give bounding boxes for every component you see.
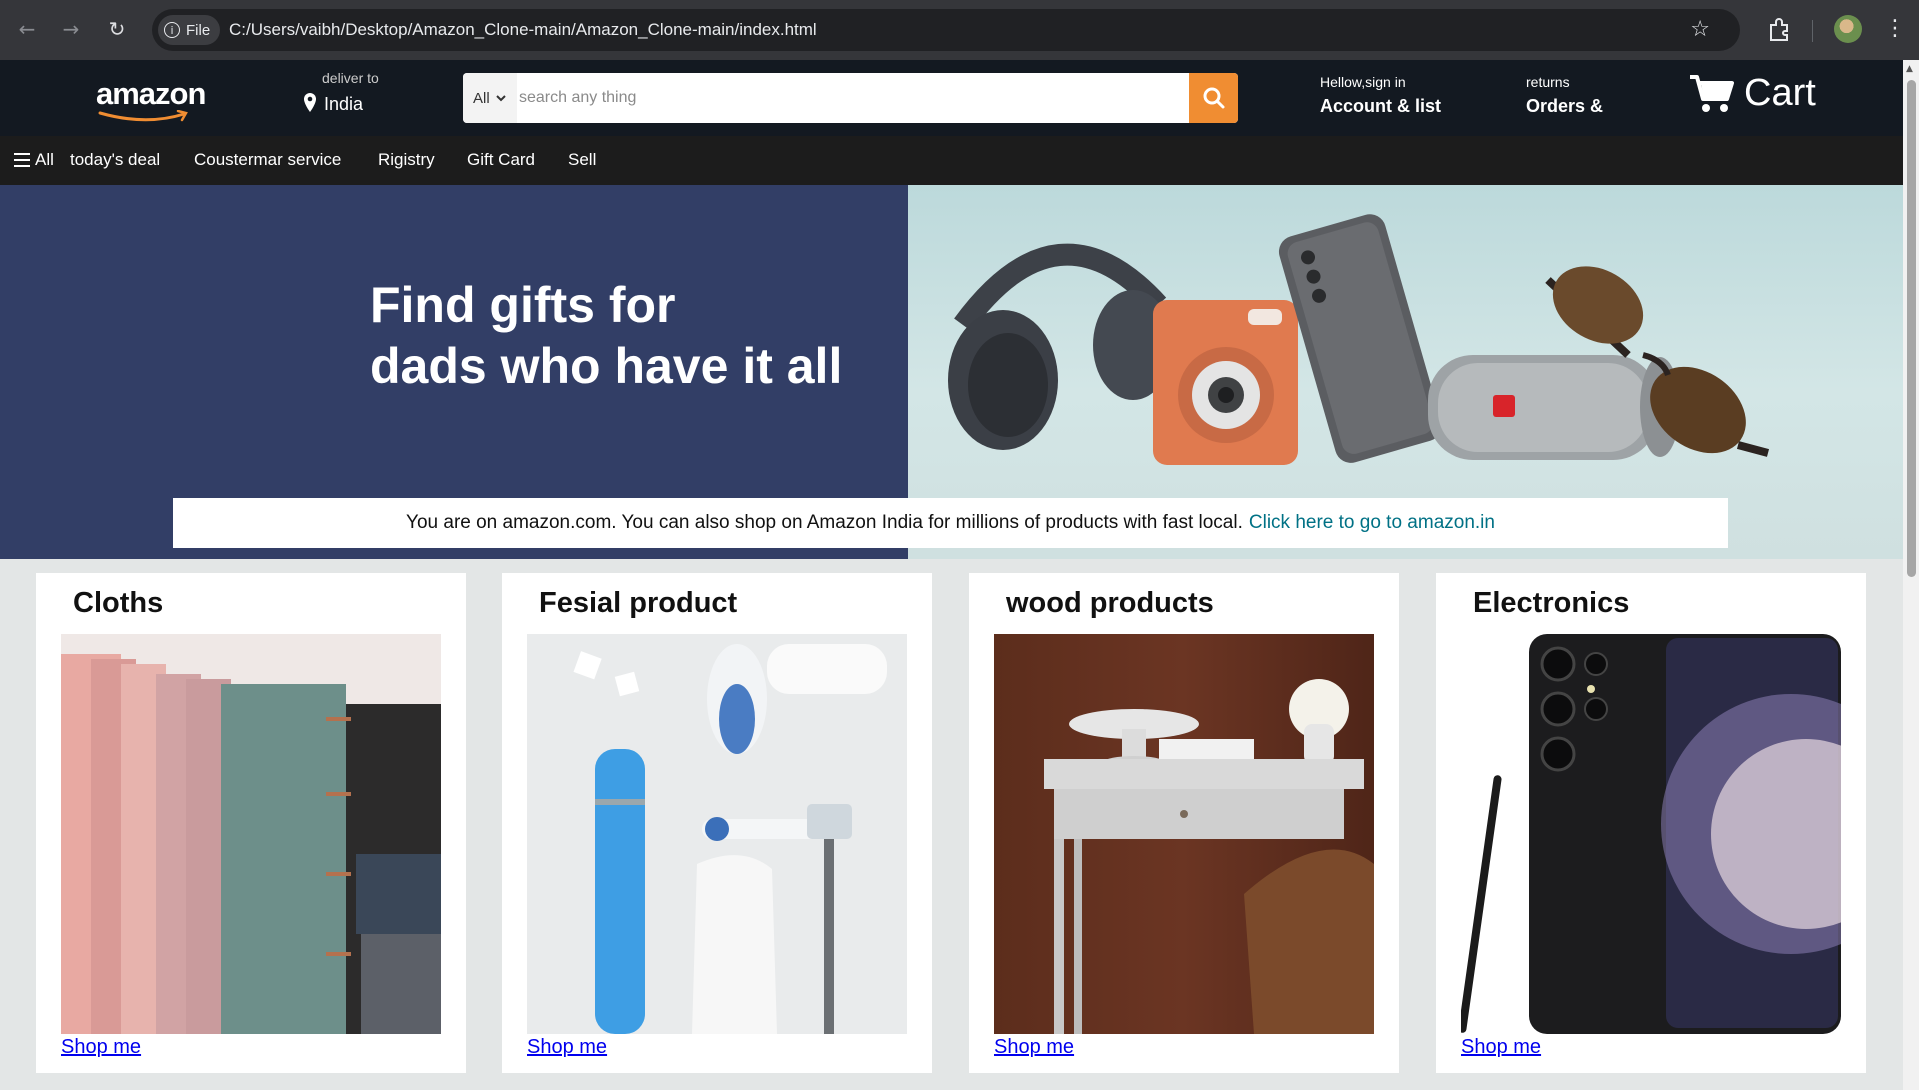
amazon-logo[interactable]: amazon bbox=[96, 76, 208, 124]
subnav-registry[interactable]: Rigistry bbox=[378, 150, 435, 170]
shop-link[interactable]: Shop me bbox=[1461, 1036, 1541, 1059]
address-bar[interactable]: i File C:/Users/vaibh/Desktop/Amazon_Clo… bbox=[152, 9, 1740, 51]
cart-label: Cart bbox=[1744, 72, 1816, 114]
subnav-sell[interactable]: Sell bbox=[568, 150, 596, 170]
search-button[interactable] bbox=[1189, 73, 1238, 123]
logo-smile-icon bbox=[98, 110, 188, 122]
electronics-image bbox=[1461, 634, 1841, 1034]
subnav-all[interactable]: All bbox=[35, 150, 54, 170]
notice-text: You are on amazon.com. You can also shop… bbox=[406, 512, 1243, 533]
headphones-image bbox=[948, 243, 1173, 450]
toolbar-divider bbox=[1812, 20, 1813, 42]
browser-toolbar: ← → ↻ i File C:/Users/vaibh/Desktop/Amaz… bbox=[0, 0, 1919, 60]
orders-label: Orders & bbox=[1526, 96, 1604, 116]
search-bar: All bbox=[463, 73, 1238, 123]
info-icon: i bbox=[164, 22, 180, 38]
deliver-label: deliver to bbox=[322, 70, 379, 86]
facial-products-image bbox=[527, 634, 907, 1034]
instant-camera-image bbox=[1153, 300, 1298, 465]
amazon-in-link[interactable]: Click here to go to amazon.in bbox=[1249, 512, 1495, 534]
subnav-customer-service[interactable]: Coustermar service bbox=[194, 150, 341, 170]
card-title: Electronics bbox=[1473, 587, 1630, 619]
amazon-navbar: amazon deliver to India All Hellow,sign … bbox=[0, 60, 1903, 136]
subnav-gift-card[interactable]: Gift Card bbox=[467, 150, 535, 170]
account-menu[interactable]: Hellow,sign in Account & list bbox=[1320, 74, 1441, 117]
category-card-facial: Fesial product Shop me bbox=[502, 573, 932, 1073]
menu-kebab-icon[interactable]: ⋮ bbox=[1884, 14, 1906, 44]
speaker-image bbox=[1428, 355, 1680, 460]
cloths-image bbox=[61, 634, 441, 1034]
scrollbar-thumb[interactable] bbox=[1907, 80, 1916, 577]
shop-link[interactable]: Shop me bbox=[527, 1036, 607, 1059]
shop-link[interactable]: Shop me bbox=[994, 1036, 1074, 1059]
card-title: Cloths bbox=[73, 587, 164, 619]
file-chip-label: File bbox=[186, 21, 211, 39]
search-icon bbox=[1203, 87, 1224, 109]
shop-link[interactable]: Shop me bbox=[61, 1036, 141, 1059]
cart-icon bbox=[1690, 74, 1734, 112]
reload-icon[interactable]: ↻ bbox=[102, 14, 132, 44]
site-info-chip[interactable]: i File bbox=[158, 15, 221, 45]
search-category-select[interactable]: All bbox=[463, 73, 517, 123]
search-input[interactable] bbox=[517, 73, 1189, 123]
chevron-down-icon bbox=[495, 94, 506, 101]
url-text[interactable]: C:/Users/vaibh/Desktop/Amazon_Clone-main… bbox=[229, 20, 817, 40]
page-scrollbar[interactable]: ▲ bbox=[1903, 60, 1919, 1090]
back-icon[interactable]: ← bbox=[12, 14, 42, 44]
scroll-up-icon[interactable]: ▲ bbox=[1906, 64, 1916, 74]
profile-avatar[interactable] bbox=[1834, 15, 1862, 43]
location-pin-icon bbox=[304, 93, 316, 112]
category-card-cloths: Cloths Shop me bbox=[36, 573, 466, 1073]
card-title: Fesial product bbox=[539, 587, 738, 619]
sub-navbar: All today's deal Coustermar service Rigi… bbox=[0, 136, 1903, 185]
cart-button[interactable]: Cart bbox=[1688, 72, 1816, 115]
wood-products-image bbox=[994, 634, 1374, 1034]
subnav-todays-deal[interactable]: today's deal bbox=[70, 150, 160, 170]
returns-label: returns bbox=[1526, 74, 1570, 90]
hero-banner: Find gifts for dads who have it all You … bbox=[0, 185, 1903, 559]
hero-title: Find gifts for dads who have it all bbox=[370, 277, 843, 394]
category-card-electronics: Electronics Shop me bbox=[1436, 573, 1866, 1073]
site-notice: You are on amazon.com. You can also shop… bbox=[173, 498, 1728, 548]
hamburger-menu-icon[interactable] bbox=[14, 153, 30, 167]
extensions-icon[interactable] bbox=[1766, 16, 1792, 42]
forward-icon[interactable]: → bbox=[56, 14, 86, 44]
returns-orders[interactable]: returns Orders & bbox=[1526, 74, 1603, 117]
account-greeting: Hellow,sign in bbox=[1320, 74, 1406, 90]
category-card-wood: wood products Shop me bbox=[969, 573, 1399, 1073]
deliver-location: India bbox=[324, 94, 364, 114]
account-label: Account & list bbox=[1320, 96, 1442, 116]
smartphone-image bbox=[1278, 214, 1442, 463]
card-title: wood products bbox=[1006, 587, 1214, 619]
bookmark-star-icon[interactable]: ☆ bbox=[1690, 17, 1710, 42]
